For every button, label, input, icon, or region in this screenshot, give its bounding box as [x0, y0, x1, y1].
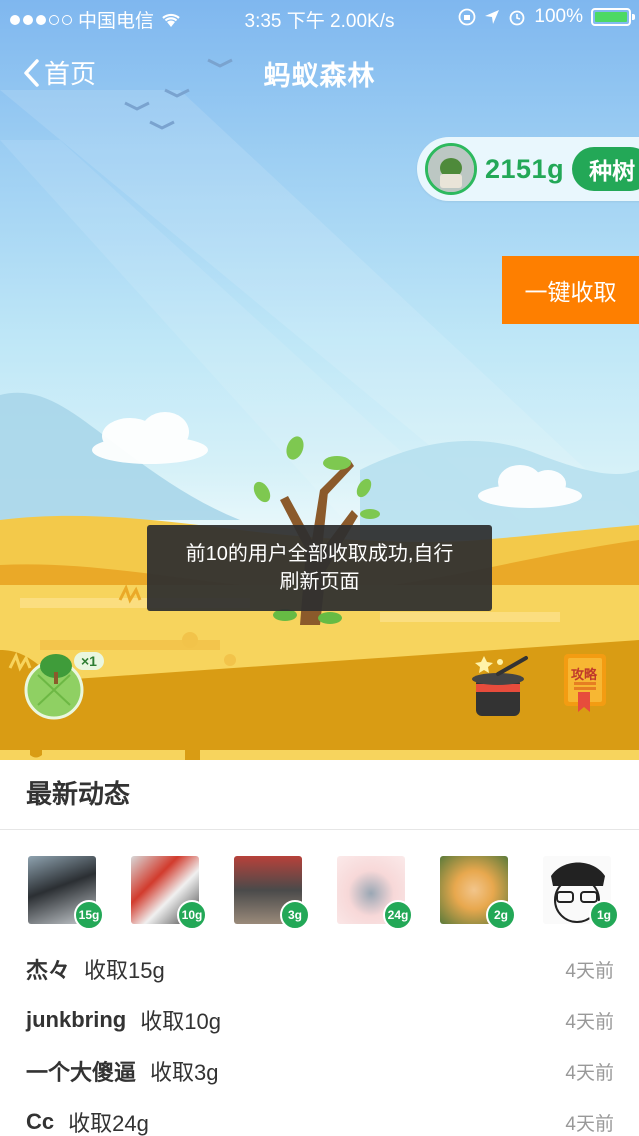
user-avatar[interactable]	[425, 143, 477, 195]
activity-time: 4天前	[565, 960, 614, 982]
sky-decoration	[0, 58, 639, 760]
toast-line-2: 刷新页面	[279, 571, 360, 593]
energy-badge: 24g	[383, 900, 413, 930]
friend-avatar[interactable]: 15g	[28, 856, 104, 930]
guide-label: 攻略	[571, 667, 598, 682]
activity-user: Cc	[26, 1109, 55, 1134]
activity-action: 收取10g	[140, 1009, 221, 1034]
activity-time: 4天前	[565, 1062, 614, 1084]
activity-user: 一个大傻逼	[26, 1060, 137, 1085]
friend-avatar[interactable]: 2g	[440, 856, 516, 930]
friend-avatar-row: 15g 10g 3g 24g 2g 1g	[28, 856, 639, 930]
friend-avatar[interactable]: 10g	[131, 856, 207, 930]
plant-tree-button[interactable]: 种树	[572, 147, 639, 191]
forest-scene: 中国电信 3:35 下午 2.00K/s 100% 首页 蚂蚁森林 2151g …	[0, 0, 639, 760]
feed-title: 最新动态	[26, 779, 131, 809]
battery-icon	[591, 8, 635, 26]
activity-action: 收取3g	[150, 1060, 219, 1085]
activity-feed: 最新动态 15g 10g 3g 24g 2g 1g 杰々 收取15g 4天前 j…	[0, 760, 639, 1136]
alarm-icon	[509, 10, 525, 26]
friend-avatar[interactable]: 24g	[337, 856, 413, 930]
activity-row[interactable]: Cc 收取24g 4天前	[26, 1102, 614, 1136]
guide-book-icon	[564, 654, 606, 712]
activity-user: 杰々	[26, 958, 71, 983]
activity-row[interactable]: junkbring 收取10g 4天前	[26, 1000, 614, 1040]
energy-badge: 15g	[74, 900, 104, 930]
activity-row[interactable]: 一个大傻逼 收取3g 4天前	[26, 1051, 614, 1091]
nav-bar: 首页 蚂蚁森林	[0, 40, 639, 104]
location-icon	[485, 10, 500, 24]
energy-badge: 2g	[486, 900, 516, 930]
network-speed-label: 2.00K/s	[330, 11, 395, 32]
tree-count-badge: ×1	[74, 652, 104, 670]
activity-user: junkbring	[26, 1007, 127, 1032]
activity-action: 收取15g	[84, 958, 165, 983]
toast-line-1: 前10的用户全部收取成功,自行	[185, 543, 454, 565]
energy-total: 2151g	[485, 153, 565, 184]
divider	[0, 829, 639, 830]
clock-label: 3:35 下午	[244, 11, 325, 32]
magic-hat-icon[interactable]	[470, 652, 534, 720]
energy-badge: 1g	[589, 900, 619, 930]
activity-time: 4天前	[565, 1113, 614, 1135]
collect-all-button[interactable]: 一键收取	[502, 256, 639, 324]
activity-row[interactable]: 杰々 收取15g 4天前	[26, 949, 614, 989]
activity-time: 4天前	[565, 1011, 614, 1033]
toast-message: 前10的用户全部收取成功,自行 刷新页面	[147, 525, 492, 611]
status-bar: 中国电信 3:35 下午 2.00K/s 100%	[0, 0, 639, 36]
friend-avatar[interactable]: 1g	[543, 856, 619, 930]
rotation-lock-icon	[458, 8, 476, 26]
energy-panel: 2151g 种树	[417, 137, 639, 201]
energy-badge: 10g	[177, 900, 207, 930]
friend-avatar[interactable]: 3g	[234, 856, 310, 930]
activity-action: 收取24g	[68, 1111, 149, 1136]
page-title: 蚂蚁森林	[263, 61, 376, 91]
energy-badge: 3g	[280, 900, 310, 930]
cactus-avatar-icon	[428, 146, 474, 192]
guide-button[interactable]: 攻略	[560, 652, 616, 718]
battery-percent: 100%	[534, 6, 583, 27]
tree-certificate-badge[interactable]: ×1	[24, 650, 116, 722]
